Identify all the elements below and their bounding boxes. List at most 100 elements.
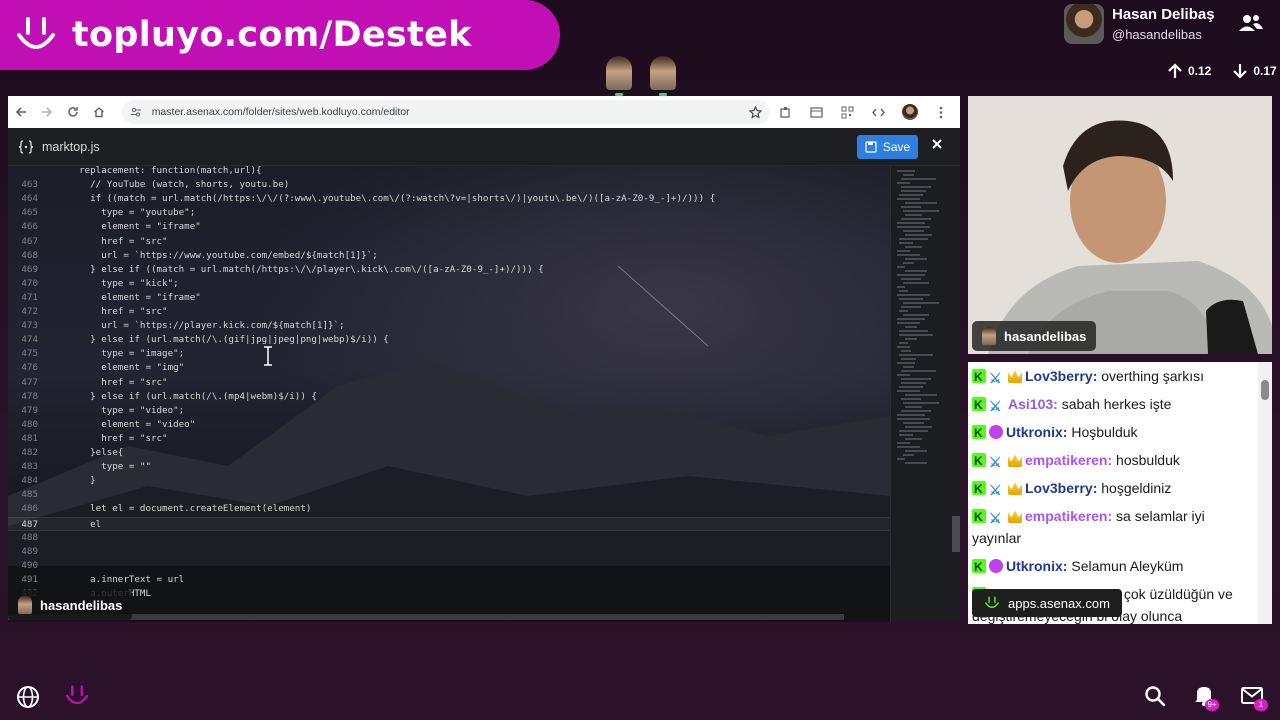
chat-username[interactable]: Lov3berry bbox=[1025, 368, 1093, 384]
code-line[interactable]: 467 href = "src" bbox=[8, 235, 890, 249]
search-icon[interactable] bbox=[1144, 685, 1166, 707]
minimap-line bbox=[903, 262, 914, 264]
viewer-avatar[interactable] bbox=[650, 56, 676, 96]
avatar[interactable] bbox=[1064, 4, 1104, 44]
code-line[interactable]: 470 type = "kick"; bbox=[8, 277, 890, 291]
code-line[interactable]: 485 bbox=[8, 488, 890, 502]
chat-message[interactable]: ⚔ empatikeren: hosbulduk bbox=[968, 446, 1272, 474]
code-line[interactable]: 479 type = "video"; bbox=[8, 404, 890, 418]
code-line[interactable]: 487 el bbox=[8, 516, 890, 531]
chat-message[interactable]: ⚔ Lov3berry: hoşgeldiniz bbox=[968, 474, 1272, 502]
code-line[interactable]: 471 element = "iframe" bbox=[8, 291, 890, 305]
code-line[interactable]: 468 url = `https://www.youtube.com/embed… bbox=[8, 249, 890, 263]
code-line[interactable]: 478 } else if (url.match(/\.(mp4|webm)$/… bbox=[8, 390, 890, 404]
chat-username[interactable]: Asi103 bbox=[1008, 396, 1053, 412]
extensions-icon[interactable] bbox=[770, 96, 801, 128]
minimap-line bbox=[899, 242, 913, 244]
code-line[interactable]: 475 type = "image"; bbox=[8, 347, 890, 361]
chat-message[interactable]: ⚔ Asi103: sabah herkes işte bbox=[968, 390, 1272, 418]
qr-code-icon[interactable] bbox=[832, 96, 863, 128]
line-code: replacement: function(match,url){ bbox=[68, 166, 262, 176]
file-name: marktop.js bbox=[42, 139, 100, 154]
js-file-icon bbox=[18, 139, 34, 154]
minimap-line bbox=[897, 458, 905, 460]
editor-vertical-scrollbar[interactable] bbox=[952, 516, 960, 552]
chat-scroll-thumb[interactable] bbox=[1261, 380, 1269, 400]
code-line[interactable]: 488 bbox=[8, 531, 890, 545]
forward-icon[interactable] bbox=[34, 96, 60, 128]
code-line[interactable]: 489 bbox=[8, 545, 890, 559]
chat-message[interactable]: Utkronix: Hoşbulduk bbox=[968, 418, 1272, 446]
code-line[interactable]: 465 type = "youtube"; bbox=[8, 206, 890, 220]
save-button[interactable]: Save bbox=[857, 135, 918, 159]
sword-badge-icon: ⚔ bbox=[989, 370, 1002, 386]
code-line[interactable]: 480 element = "video" bbox=[8, 418, 890, 432]
code-line[interactable]: 492 a.outerHTML bbox=[8, 587, 890, 601]
code-line[interactable]: 491 a.innerText = url bbox=[8, 573, 890, 587]
code-line[interactable]: 466 element = "iframe" bbox=[8, 220, 890, 234]
line-code: if ((match = url.match(/https:\/\/(?:www… bbox=[68, 193, 716, 205]
chat-username[interactable]: Utkronix bbox=[1006, 424, 1063, 440]
code-line[interactable]: 476 element = "img" bbox=[8, 361, 890, 375]
bookmark-star-icon[interactable] bbox=[748, 105, 762, 119]
people-icon[interactable] bbox=[1238, 12, 1264, 34]
sword-badge-icon: ⚔ bbox=[989, 482, 1002, 498]
chat-username[interactable]: Utkronix bbox=[1006, 558, 1063, 574]
chat-username[interactable]: empatikeren bbox=[1025, 508, 1107, 524]
minimap-line bbox=[903, 422, 924, 424]
chat-panel[interactable]: ⚔ Lov3berry: overthing şarkısı ⚔ Asi103: sa… bbox=[968, 362, 1272, 624]
chat-scrollbar[interactable] bbox=[1258, 362, 1272, 624]
globe-icon[interactable] bbox=[16, 685, 40, 709]
kick-badge-icon bbox=[972, 366, 986, 388]
editor-horizontal-scrollbar[interactable] bbox=[8, 614, 844, 620]
brand-banner[interactable]: topluyo.com/Destek bbox=[0, 0, 560, 70]
smile-logo-icon[interactable] bbox=[64, 683, 90, 709]
mail-badge: 1 bbox=[1254, 699, 1268, 711]
code-line[interactable]: 472 href = "src" bbox=[8, 305, 890, 319]
minimap[interactable] bbox=[890, 166, 960, 622]
code-line[interactable]: 474 } else if (url.match(/\.(gif|jpg|jpe… bbox=[8, 333, 890, 347]
viewer-avatar[interactable] bbox=[606, 56, 632, 96]
chat-username[interactable]: Lov3berry bbox=[1025, 480, 1093, 496]
profile[interactable]: Hasan Delibaş @hasandelibas bbox=[1064, 4, 1215, 44]
home-icon[interactable] bbox=[86, 96, 112, 128]
chat-message[interactable]: ⚔empatikeren: sa selamlar iyi yayınlar bbox=[968, 502, 1272, 552]
apps-link[interactable]: apps.asenax.com bbox=[972, 589, 1122, 617]
devtools-icon[interactable] bbox=[863, 96, 894, 128]
minimap-line bbox=[905, 258, 927, 260]
minimap-line bbox=[901, 206, 921, 208]
line-number: 471 bbox=[21, 291, 38, 303]
code-line[interactable]: 483 type = "" bbox=[8, 460, 890, 474]
close-icon[interactable] bbox=[930, 137, 944, 151]
code-line[interactable]: replacement: function(match,url){ bbox=[8, 166, 890, 178]
code-line[interactable]: 490 bbox=[8, 559, 890, 573]
chat-username[interactable]: empatikeren bbox=[1025, 452, 1107, 468]
code-line[interactable]: 464 if ((match = url.match(/https:\/\/(?… bbox=[8, 192, 890, 206]
crown-badge-icon bbox=[1008, 482, 1022, 495]
line-code: element = "img" bbox=[68, 362, 185, 374]
line-code: href = "src" bbox=[68, 376, 168, 388]
profile-avatar-icon[interactable] bbox=[894, 96, 925, 128]
chat-message[interactable]: ⚔ Lov3berry: overthing şarkısı bbox=[968, 362, 1272, 390]
address-bar[interactable]: master.asenax.com/folder/sites/web.kodlu… bbox=[121, 100, 770, 124]
arrow-up-icon bbox=[1168, 63, 1182, 78]
kick-badge-icon bbox=[972, 506, 986, 528]
code-line[interactable]: 463 // YouTube (watch, shorts, youtu.be) bbox=[8, 178, 890, 192]
code-line[interactable]: 469 } else if ((match = url.match(/https… bbox=[8, 263, 890, 277]
minimap-line bbox=[905, 406, 922, 408]
code-editor[interactable]: replacement: function(match,url){ 463 // … bbox=[8, 166, 890, 622]
tab-search-icon[interactable] bbox=[801, 96, 832, 128]
reload-icon[interactable] bbox=[60, 96, 86, 128]
code-line[interactable]: 486 let el = document.createElement(elem… bbox=[8, 502, 890, 516]
site-info-icon[interactable] bbox=[130, 106, 142, 118]
more-menu-icon[interactable] bbox=[925, 96, 956, 128]
code-line[interactable]: 477 href = "src" bbox=[8, 376, 890, 390]
line-number: 466 bbox=[21, 221, 38, 233]
code-line[interactable]: 484 } bbox=[8, 474, 890, 488]
code-line[interactable]: 482 }else{ bbox=[8, 446, 890, 460]
code-line[interactable]: 473 url = `https://player.kick.com/${mat… bbox=[8, 319, 890, 333]
chat-message[interactable]: Utkronix: Selamun Aleyküm bbox=[968, 552, 1272, 580]
code-line[interactable]: 481 href = "src" bbox=[8, 432, 890, 446]
line-number: 487 bbox=[21, 518, 38, 530]
back-icon[interactable] bbox=[8, 96, 34, 128]
